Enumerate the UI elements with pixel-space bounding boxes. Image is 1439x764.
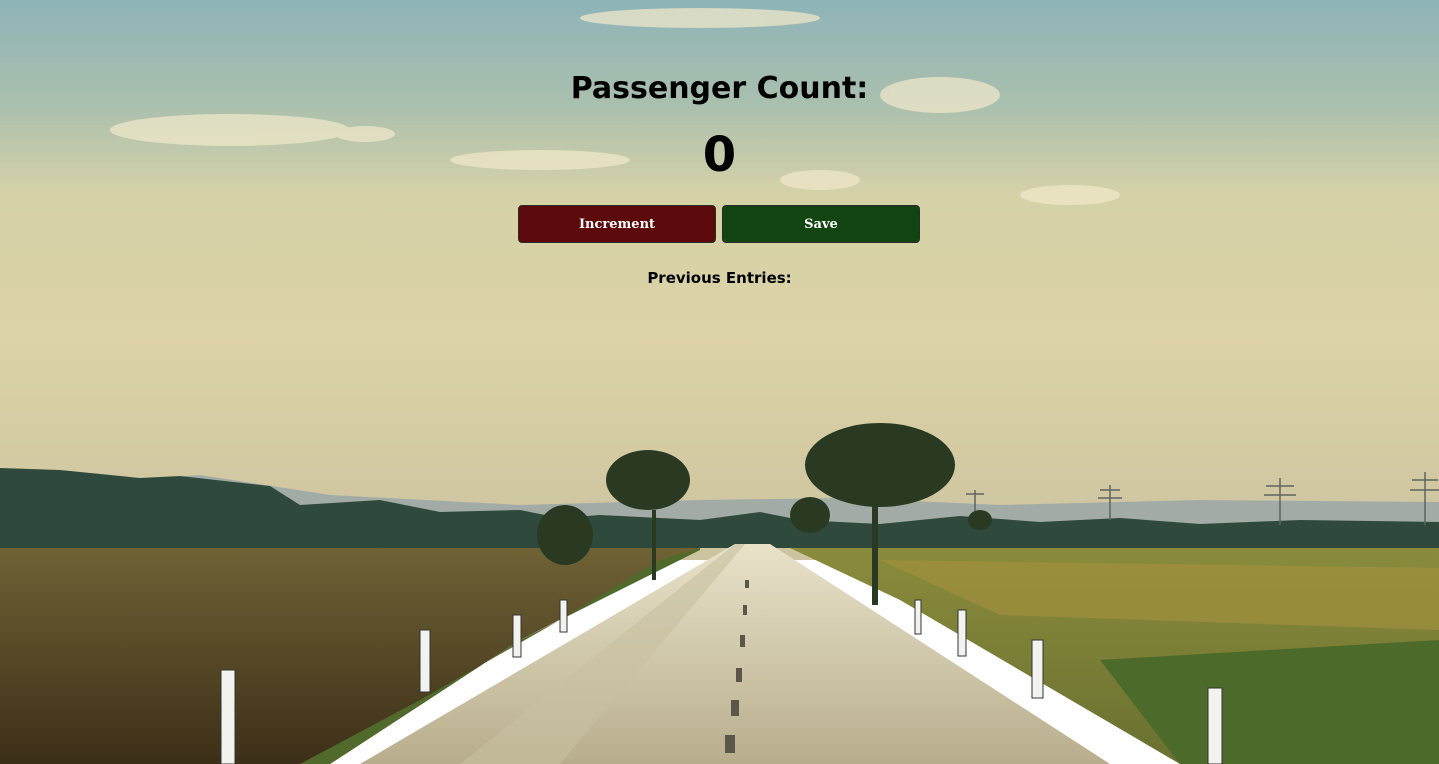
previous-entries-label: Previous Entries:	[647, 269, 792, 287]
passenger-count-value: 0	[702, 127, 737, 183]
button-row: Increment Save	[518, 205, 922, 245]
passenger-counter-panel: Passenger Count: 0 Increment Save Previo…	[0, 0, 1439, 764]
page-title: Passenger Count:	[570, 71, 869, 106]
increment-button[interactable]: Increment	[518, 205, 716, 243]
save-button[interactable]: Save	[722, 205, 920, 243]
